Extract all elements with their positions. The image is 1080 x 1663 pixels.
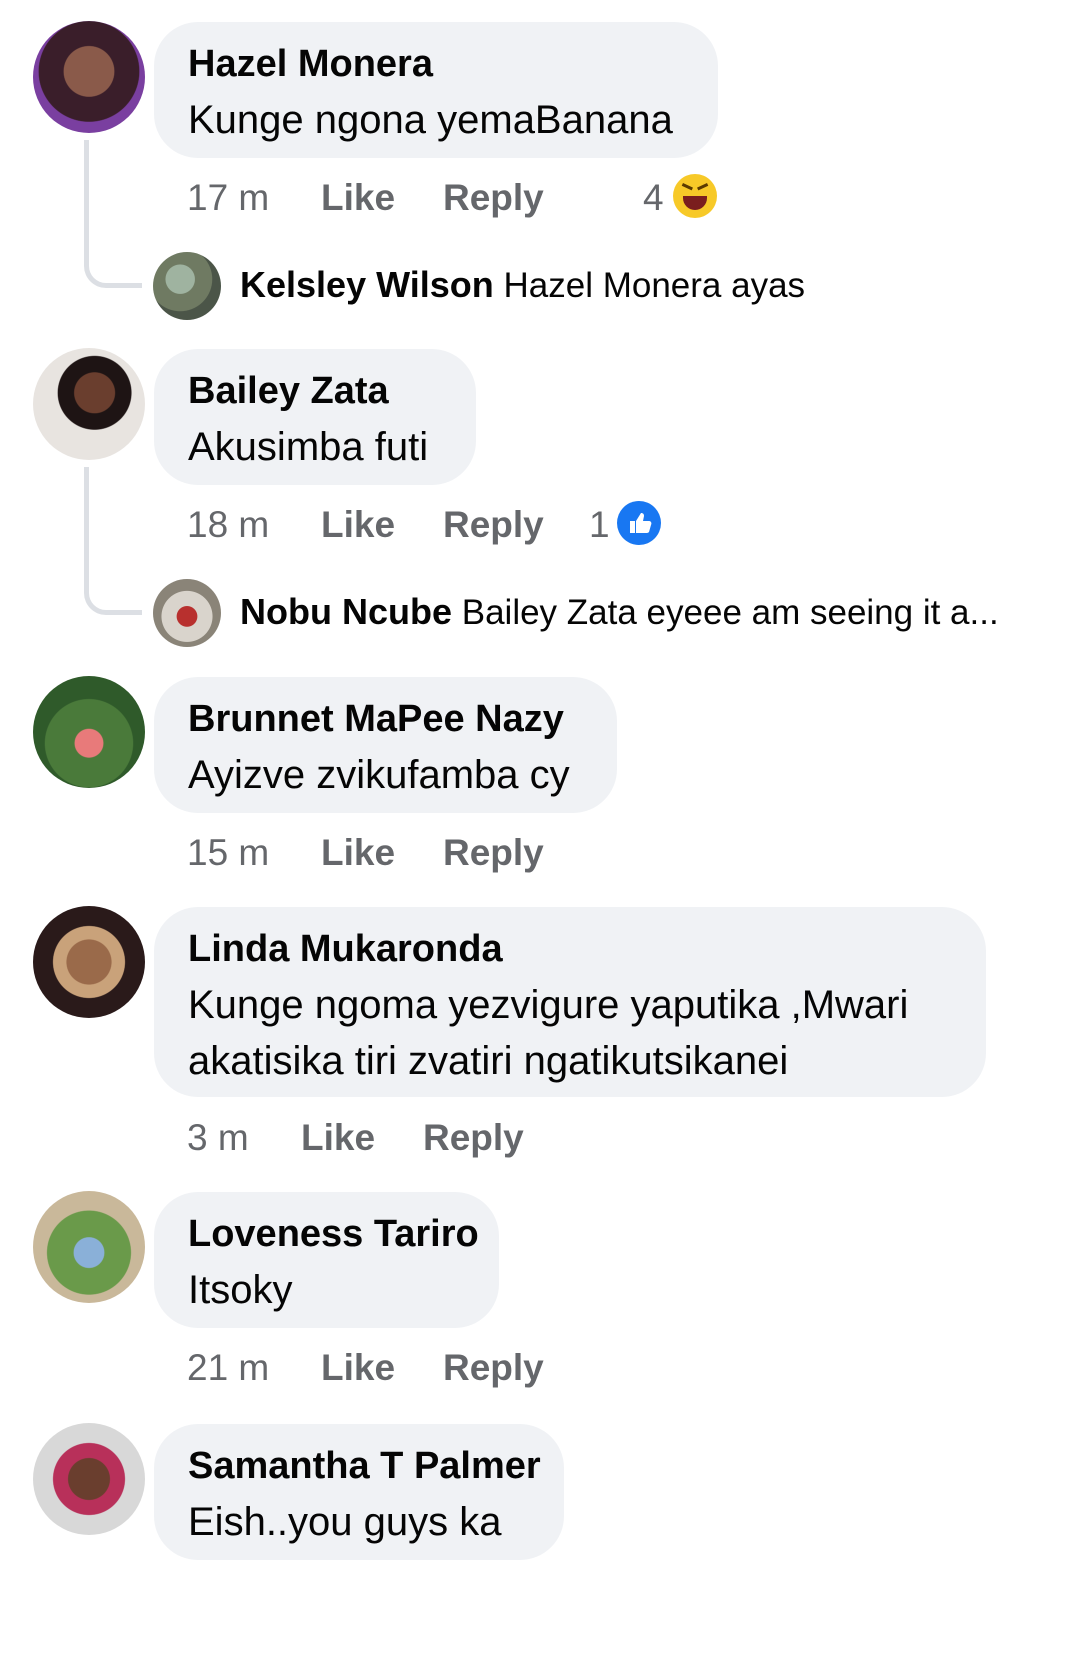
comment-bubble[interactable]: Loveness Tariro Itsoky [154, 1192, 499, 1328]
reply-button[interactable]: Reply [443, 176, 544, 220]
comment-actions: 3 m Like Reply [187, 1116, 587, 1160]
reply-preview[interactable]: Nobu Ncube Bailey Zata eyeee am seeing i… [240, 590, 999, 635]
comment-text: Ayizve zvikufamba cy [188, 753, 570, 797]
avatar-bailey-zata[interactable] [33, 348, 145, 460]
reply-author[interactable]: Nobu Ncube [240, 591, 452, 632]
comment-author[interactable]: Hazel Monera [188, 44, 684, 84]
haha-emoji-icon[interactable] [673, 174, 717, 218]
comment-actions: 17 m Like Reply 4 [187, 174, 747, 220]
like-button[interactable]: Like [321, 831, 395, 875]
avatar-brunnet-mapee-nazy[interactable] [33, 676, 145, 788]
avatar-kelsley-wilson[interactable] [153, 252, 221, 320]
comment-text: Kunge ngona yemaBanana [188, 98, 673, 142]
thread-connector [84, 140, 142, 288]
comment-actions: 21 m Like Reply [187, 1346, 587, 1390]
like-button[interactable]: Like [321, 503, 395, 547]
comment-bubble[interactable]: Bailey Zata Akusimba futi [154, 349, 476, 485]
reply-button[interactable]: Reply [443, 1346, 544, 1390]
comment-text: Eish..you guys ka [188, 1500, 502, 1544]
comment-bubble[interactable]: Linda Mukaronda Kunge ngoma yezvigure ya… [154, 907, 986, 1097]
reply-text: Hazel Monera ayas [503, 266, 806, 305]
like-button[interactable]: Like [321, 1346, 395, 1390]
comment-text: Akusimba futi [188, 425, 429, 469]
comment-actions: 18 m Like Reply 1 [187, 501, 687, 547]
comment-time[interactable]: 15 m [187, 831, 269, 875]
comment-text-line-2: akatisika tiri zvatiri ngatikutsikanei [188, 1039, 789, 1083]
comment-bubble[interactable]: Samantha T Palmer Eish..you guys ka [154, 1424, 564, 1560]
comment-author[interactable]: Samantha T Palmer [188, 1446, 541, 1486]
reply-button[interactable]: Reply [443, 831, 544, 875]
avatar-linda-mukaronda[interactable] [33, 906, 145, 1018]
comment-actions: 15 m Like Reply [187, 831, 587, 875]
avatar-hazel-monera[interactable] [33, 21, 145, 133]
like-button[interactable]: Like [321, 176, 395, 220]
comment-bubble[interactable]: Hazel Monera Kunge ngona yemaBanana [154, 22, 718, 158]
comment-author[interactable]: Bailey Zata [188, 371, 442, 411]
comment-time[interactable]: 3 m [187, 1116, 249, 1160]
reply-button[interactable]: Reply [443, 503, 544, 547]
like-reaction-icon[interactable] [617, 501, 661, 545]
avatar-nobu-ncube[interactable] [153, 579, 221, 647]
comment-text-line-1: Kunge ngoma yezvigure yaputika ,Mwari [188, 983, 909, 1027]
comment-time[interactable]: 18 m [187, 503, 269, 547]
comment-author[interactable]: Loveness Tariro [188, 1214, 479, 1254]
reply-text: Bailey Zata eyeee am seeing it a... [461, 593, 999, 632]
like-button[interactable]: Like [301, 1116, 375, 1160]
reaction-count[interactable]: 1 [589, 503, 610, 547]
comment-bubble[interactable]: Brunnet MaPee Nazy Ayizve zvikufamba cy [154, 677, 617, 813]
comment-author[interactable]: Brunnet MaPee Nazy [188, 699, 583, 739]
comment-text: Itsoky [188, 1268, 293, 1312]
reaction-count[interactable]: 4 [643, 176, 664, 220]
reply-author[interactable]: Kelsley Wilson [240, 264, 494, 305]
avatar-loveness-tariro[interactable] [33, 1191, 145, 1303]
comment-time[interactable]: 21 m [187, 1346, 269, 1390]
comment-time[interactable]: 17 m [187, 176, 269, 220]
comment-author[interactable]: Linda Mukaronda [188, 929, 952, 969]
reply-preview[interactable]: Kelsley Wilson Hazel Monera ayas [240, 263, 805, 308]
avatar-samantha-t-palmer[interactable] [33, 1423, 145, 1535]
thread-connector [84, 467, 142, 615]
reply-button[interactable]: Reply [423, 1116, 524, 1160]
